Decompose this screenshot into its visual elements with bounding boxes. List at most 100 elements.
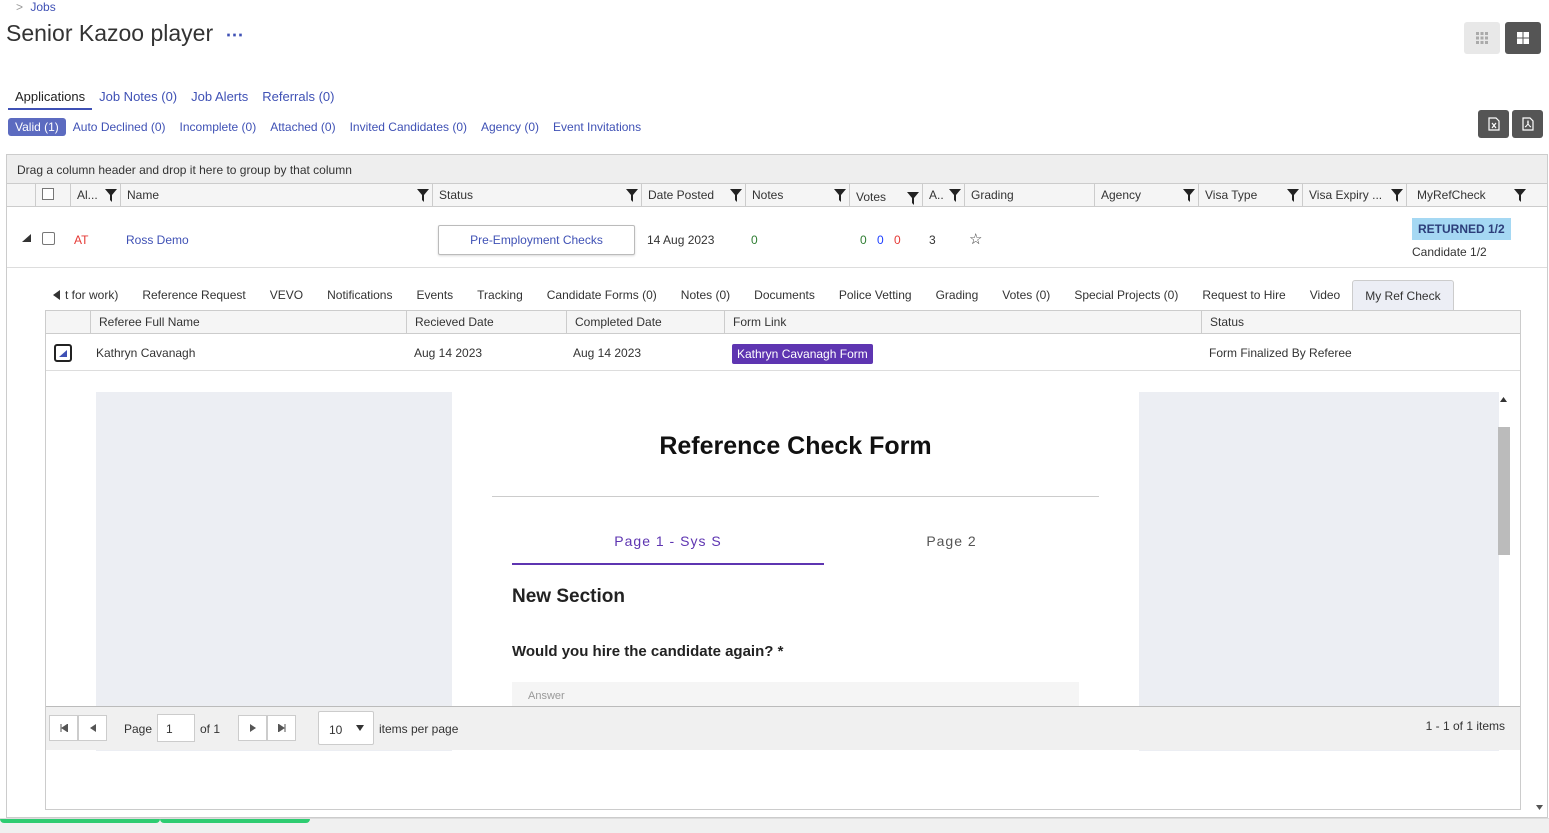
- ref-grid-header: Referee Full Name Recieved Date Complete…: [46, 311, 1520, 334]
- col-status[interactable]: Status: [432, 184, 641, 207]
- col-votes[interactable]: Votes: [849, 184, 922, 207]
- col-a-label: A..: [929, 188, 944, 202]
- filter-icon[interactable]: [105, 189, 117, 202]
- tab-candidate-forms[interactable]: Candidate Forms (0): [535, 280, 669, 310]
- tab-job-alerts[interactable]: Job Alerts: [184, 86, 255, 110]
- filter-icon[interactable]: [1514, 189, 1526, 202]
- col-completed-date[interactable]: Completed Date: [566, 311, 724, 334]
- tab-referrals[interactable]: Referrals (0): [255, 86, 341, 110]
- filter-icon[interactable]: [907, 192, 919, 205]
- filter-icon[interactable]: [626, 189, 638, 202]
- filter-icon[interactable]: [730, 189, 742, 202]
- votes-yes: 0: [860, 233, 867, 247]
- tab-tracking[interactable]: Tracking: [465, 280, 535, 310]
- grid-scroll-down-icon[interactable]: [1536, 805, 1543, 810]
- form-section-title: New Section: [512, 586, 625, 607]
- col-name[interactable]: Name: [120, 184, 432, 207]
- col-grading[interactable]: Grading: [964, 184, 1094, 207]
- tab-events[interactable]: Events: [404, 280, 465, 310]
- col-visa-expiry[interactable]: Visa Expiry ...: [1302, 184, 1406, 207]
- export-excel-button[interactable]: [1478, 110, 1509, 138]
- filter-icon[interactable]: [417, 189, 429, 202]
- tab-video[interactable]: Video: [1298, 280, 1352, 310]
- candidate-name-link[interactable]: Ross Demo: [126, 233, 189, 247]
- tab-notifications[interactable]: Notifications: [315, 280, 404, 310]
- tab-request-to-hire[interactable]: Request to Hire: [1190, 280, 1297, 310]
- tab-reference-request[interactable]: Reference Request: [130, 280, 257, 310]
- export-pdf-button[interactable]: [1512, 110, 1543, 138]
- filter-icon[interactable]: [949, 189, 961, 202]
- tab-incomplete[interactable]: Incomplete (0): [173, 118, 264, 136]
- notes-count[interactable]: 0: [751, 233, 758, 247]
- ref-status: Form Finalized By Referee: [1209, 346, 1352, 360]
- form-title-divider: [492, 496, 1099, 497]
- col-alert[interactable]: Al...: [70, 184, 120, 207]
- col-name-label: Name: [127, 188, 160, 202]
- col-referee-name[interactable]: Referee Full Name: [90, 311, 406, 334]
- tab-special-projects[interactable]: Special Projects (0): [1062, 280, 1190, 310]
- status-button[interactable]: Pre-Employment Checks: [438, 225, 635, 255]
- col-received-date[interactable]: Recieved Date: [406, 311, 566, 334]
- main-tabs: Applications Job Notes (0) Job Alerts Re…: [8, 86, 342, 110]
- tab-police-vetting[interactable]: Police Vetting: [827, 280, 924, 310]
- scroll-up-icon[interactable]: [1500, 397, 1507, 402]
- col-a[interactable]: A..: [922, 184, 964, 207]
- breadcrumb-jobs-link[interactable]: Jobs: [30, 0, 55, 14]
- tab-documents[interactable]: Documents: [742, 280, 827, 310]
- tile-view-button[interactable]: [1505, 22, 1541, 54]
- more-options-icon[interactable]: ⋯: [226, 25, 244, 45]
- tab-grading[interactable]: Grading: [924, 280, 991, 310]
- group-by-hint: Drag a column header and drop it here to…: [7, 155, 1547, 184]
- first-page-button[interactable]: [49, 715, 78, 741]
- tab-applications[interactable]: Applications: [8, 86, 93, 110]
- form-page-1-tab[interactable]: Page 1 - Sys S: [512, 533, 824, 549]
- filter-icon[interactable]: [1287, 189, 1299, 202]
- filter-icon[interactable]: [834, 189, 846, 202]
- filter-icon[interactable]: [1391, 189, 1403, 202]
- tab-job-notes[interactable]: Job Notes (0): [92, 86, 184, 110]
- col-date-posted[interactable]: Date Posted: [641, 184, 745, 207]
- col-visa-type[interactable]: Visa Type: [1198, 184, 1302, 207]
- tab-invited-candidates[interactable]: Invited Candidates (0): [343, 118, 474, 136]
- last-page-button[interactable]: [267, 715, 296, 741]
- received-date: Aug 14 2023: [414, 346, 483, 360]
- table-row[interactable]: AT Ross Demo Pre-Employment Checks 14 Au…: [7, 208, 1547, 268]
- filter-icon[interactable]: [1183, 189, 1195, 202]
- star-icon[interactable]: ☆: [969, 230, 982, 248]
- tab-attached[interactable]: Attached (0): [263, 118, 342, 136]
- form-scrollbar[interactable]: [1497, 392, 1511, 751]
- tab-event-invitations[interactable]: Event Invitations: [546, 118, 648, 136]
- page-number-input[interactable]: 1: [157, 714, 195, 742]
- items-per-page-select[interactable]: 10: [318, 711, 374, 745]
- tab-notes[interactable]: Notes (0): [669, 280, 742, 310]
- col-date-posted-label: Date Posted: [648, 188, 715, 202]
- row-checkbox[interactable]: [42, 232, 55, 245]
- tab-votes[interactable]: Votes (0): [990, 280, 1062, 310]
- col-form-link[interactable]: Form Link: [724, 311, 1201, 334]
- ref-table-row[interactable]: Kathryn Cavanagh Aug 14 2023 Aug 14 2023…: [46, 334, 1520, 371]
- tab-right-to-work[interactable]: t for work): [53, 280, 130, 310]
- status-bar: [0, 818, 1549, 833]
- collapse-row-icon[interactable]: [22, 234, 31, 242]
- tile-view-icon: [1517, 32, 1529, 44]
- form-page-2-tab[interactable]: Page 2: [824, 533, 1079, 549]
- grid-view-button[interactable]: [1464, 22, 1500, 54]
- tab-vevo[interactable]: VEVO: [258, 280, 315, 310]
- col-notes[interactable]: Notes: [745, 184, 849, 207]
- tab-my-ref-check[interactable]: My Ref Check: [1352, 279, 1454, 311]
- select-all-checkbox[interactable]: [42, 188, 54, 200]
- col-agency[interactable]: Agency: [1094, 184, 1198, 207]
- grid-view-icon: [1476, 32, 1488, 44]
- collapse-ref-row-button[interactable]: [54, 344, 72, 362]
- next-page-button[interactable]: [238, 715, 267, 741]
- tab-auto-declined[interactable]: Auto Declined (0): [66, 118, 173, 136]
- returned-badge[interactable]: RETURNED 1/2: [1412, 218, 1511, 240]
- tab-agency[interactable]: Agency (0): [474, 118, 546, 136]
- col-myrefcheck[interactable]: MyRefCheck: [1406, 184, 1532, 207]
- tab-valid[interactable]: Valid (1): [8, 118, 66, 136]
- form-link-button[interactable]: Kathryn Cavanagh Form: [732, 344, 873, 364]
- col-ref-status[interactable]: Status: [1201, 311, 1521, 334]
- scrollbar-thumb[interactable]: [1498, 427, 1510, 555]
- prev-page-button[interactable]: [78, 715, 107, 741]
- referee-name: Kathryn Cavanagh: [96, 346, 196, 360]
